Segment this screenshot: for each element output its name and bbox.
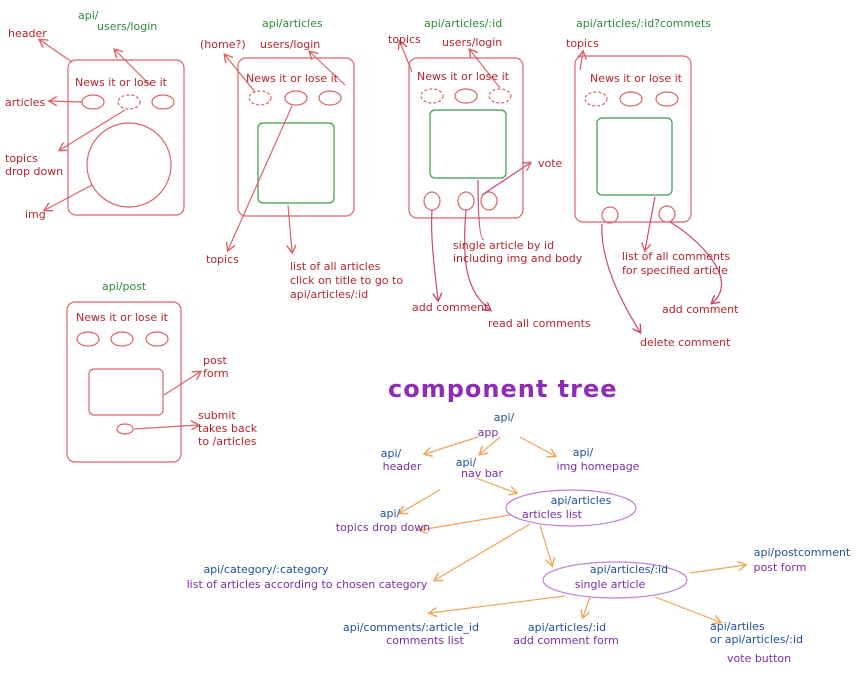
post-form-box xyxy=(88,368,164,416)
annotation-label: including img and body xyxy=(453,252,583,265)
wireframe-home xyxy=(40,40,185,216)
nav-button xyxy=(318,90,342,106)
nav-button xyxy=(619,91,643,107)
vote-button xyxy=(423,191,441,211)
wireframe-post xyxy=(66,301,200,463)
tree-route: api/comments/:article_id xyxy=(343,621,479,634)
tree-route: api/artiles xyxy=(710,620,765,633)
tree-node-comments-list: comments list xyxy=(386,634,464,647)
tree-route: or api/articles/:id xyxy=(710,633,803,646)
route-label: api/articles/:id?commets xyxy=(576,17,712,30)
annotation-label: img xyxy=(25,208,46,221)
route-label: api/articles/:id xyxy=(424,17,503,30)
comments-list-box xyxy=(596,117,673,196)
site-title: News it or lose it xyxy=(590,72,682,85)
tree-route: api/ xyxy=(493,411,515,424)
vote-button xyxy=(457,191,475,211)
component-tree-title: component tree xyxy=(388,375,618,403)
nav-button xyxy=(655,91,679,107)
tree-node-header: header xyxy=(382,460,422,473)
annotation-label: users/login xyxy=(260,38,321,51)
tree-route: api/ xyxy=(380,447,402,460)
annotation-label: add comment xyxy=(662,303,739,316)
annotation-label: to /articles xyxy=(198,435,257,448)
tree-route: api/ xyxy=(379,507,401,520)
tree-route: api/ xyxy=(572,446,594,459)
tree-route: api/articles xyxy=(550,494,612,507)
site-title: News it or lose it xyxy=(75,76,167,89)
nav-button xyxy=(76,331,100,347)
annotation-label: api/articles/:id xyxy=(290,288,369,301)
single-article-box xyxy=(429,109,507,179)
tree-route: api/articles/:id xyxy=(527,621,607,634)
tree-node-topics-drop-down: topics drop down xyxy=(335,521,431,534)
nav-button xyxy=(584,91,608,107)
nav-button xyxy=(117,94,141,110)
tree-node-vote-button: vote button xyxy=(727,652,792,665)
tree-route: api/category/:category xyxy=(203,563,329,576)
tree-node-add-comment-form: add comment form xyxy=(513,634,619,647)
phone-frame xyxy=(66,301,182,463)
comment-button xyxy=(601,206,619,224)
annotation-label: topics drop down xyxy=(5,152,64,178)
tree-route: api/postcomment xyxy=(753,546,851,559)
diagram-canvas xyxy=(0,0,866,692)
route-label: api/articles xyxy=(262,17,323,30)
route-label: users/login xyxy=(97,20,158,33)
tree-node-app: app xyxy=(477,426,499,439)
nav-button xyxy=(81,94,105,110)
route-label: api/post xyxy=(102,280,147,293)
annotation-label: read all comments xyxy=(488,317,591,330)
nav-button xyxy=(454,88,478,104)
submit-button xyxy=(116,423,134,435)
tree-route: api/articles/:id xyxy=(589,563,669,576)
annotation-label: list of all comments xyxy=(622,250,731,263)
nav-button xyxy=(145,331,169,347)
route-label: api/ xyxy=(78,9,99,22)
tree-node-post-form: post form xyxy=(753,561,807,574)
nav-button xyxy=(110,331,134,347)
wireframe-comments xyxy=(574,52,723,332)
site-title: News it or lose it xyxy=(417,70,509,83)
articles-list-box xyxy=(257,122,335,204)
tree-node-category-list: list of articles according to chosen cat… xyxy=(186,578,428,591)
annotation-label: (home?) xyxy=(200,38,246,51)
tree-node-articles-list: articles list xyxy=(522,508,582,521)
annotation-label: for specified article xyxy=(622,264,728,277)
annotation-label: topics xyxy=(388,33,421,46)
tree-node-navbar: nav bar xyxy=(461,467,503,480)
nav-button xyxy=(488,88,512,104)
annotation-label: post xyxy=(203,354,227,367)
comment-button xyxy=(658,205,676,223)
annotation-label: articles xyxy=(5,96,46,109)
annotation-label: takes back xyxy=(198,422,258,435)
site-title: News it or lose it xyxy=(76,311,168,324)
nav-button xyxy=(248,90,272,106)
annotation-label: topics xyxy=(206,253,239,266)
annotation-label: single article by id xyxy=(453,239,555,252)
img-circle xyxy=(86,122,172,208)
site-title: News it or lose it xyxy=(246,72,338,85)
nav-button xyxy=(151,94,175,110)
annotation-label: submit xyxy=(198,409,236,422)
annotation-label: form xyxy=(203,367,229,380)
annotation-label: add comment xyxy=(412,301,489,314)
nav-button xyxy=(284,90,308,106)
annotation-label: list of all articles xyxy=(290,260,381,273)
annotation-label: vote xyxy=(538,157,563,170)
annotation-label: users/login xyxy=(442,36,503,49)
annotation-label: delete comment xyxy=(640,336,731,349)
tree-node-single-article: single article xyxy=(574,578,646,591)
nav-button xyxy=(420,88,444,104)
annotation-label: click on title to go to xyxy=(290,274,404,287)
annotation-label: header xyxy=(8,27,47,40)
tree-node-img-homepage: img homepage xyxy=(556,460,640,473)
annotation-label: topics xyxy=(566,37,599,50)
